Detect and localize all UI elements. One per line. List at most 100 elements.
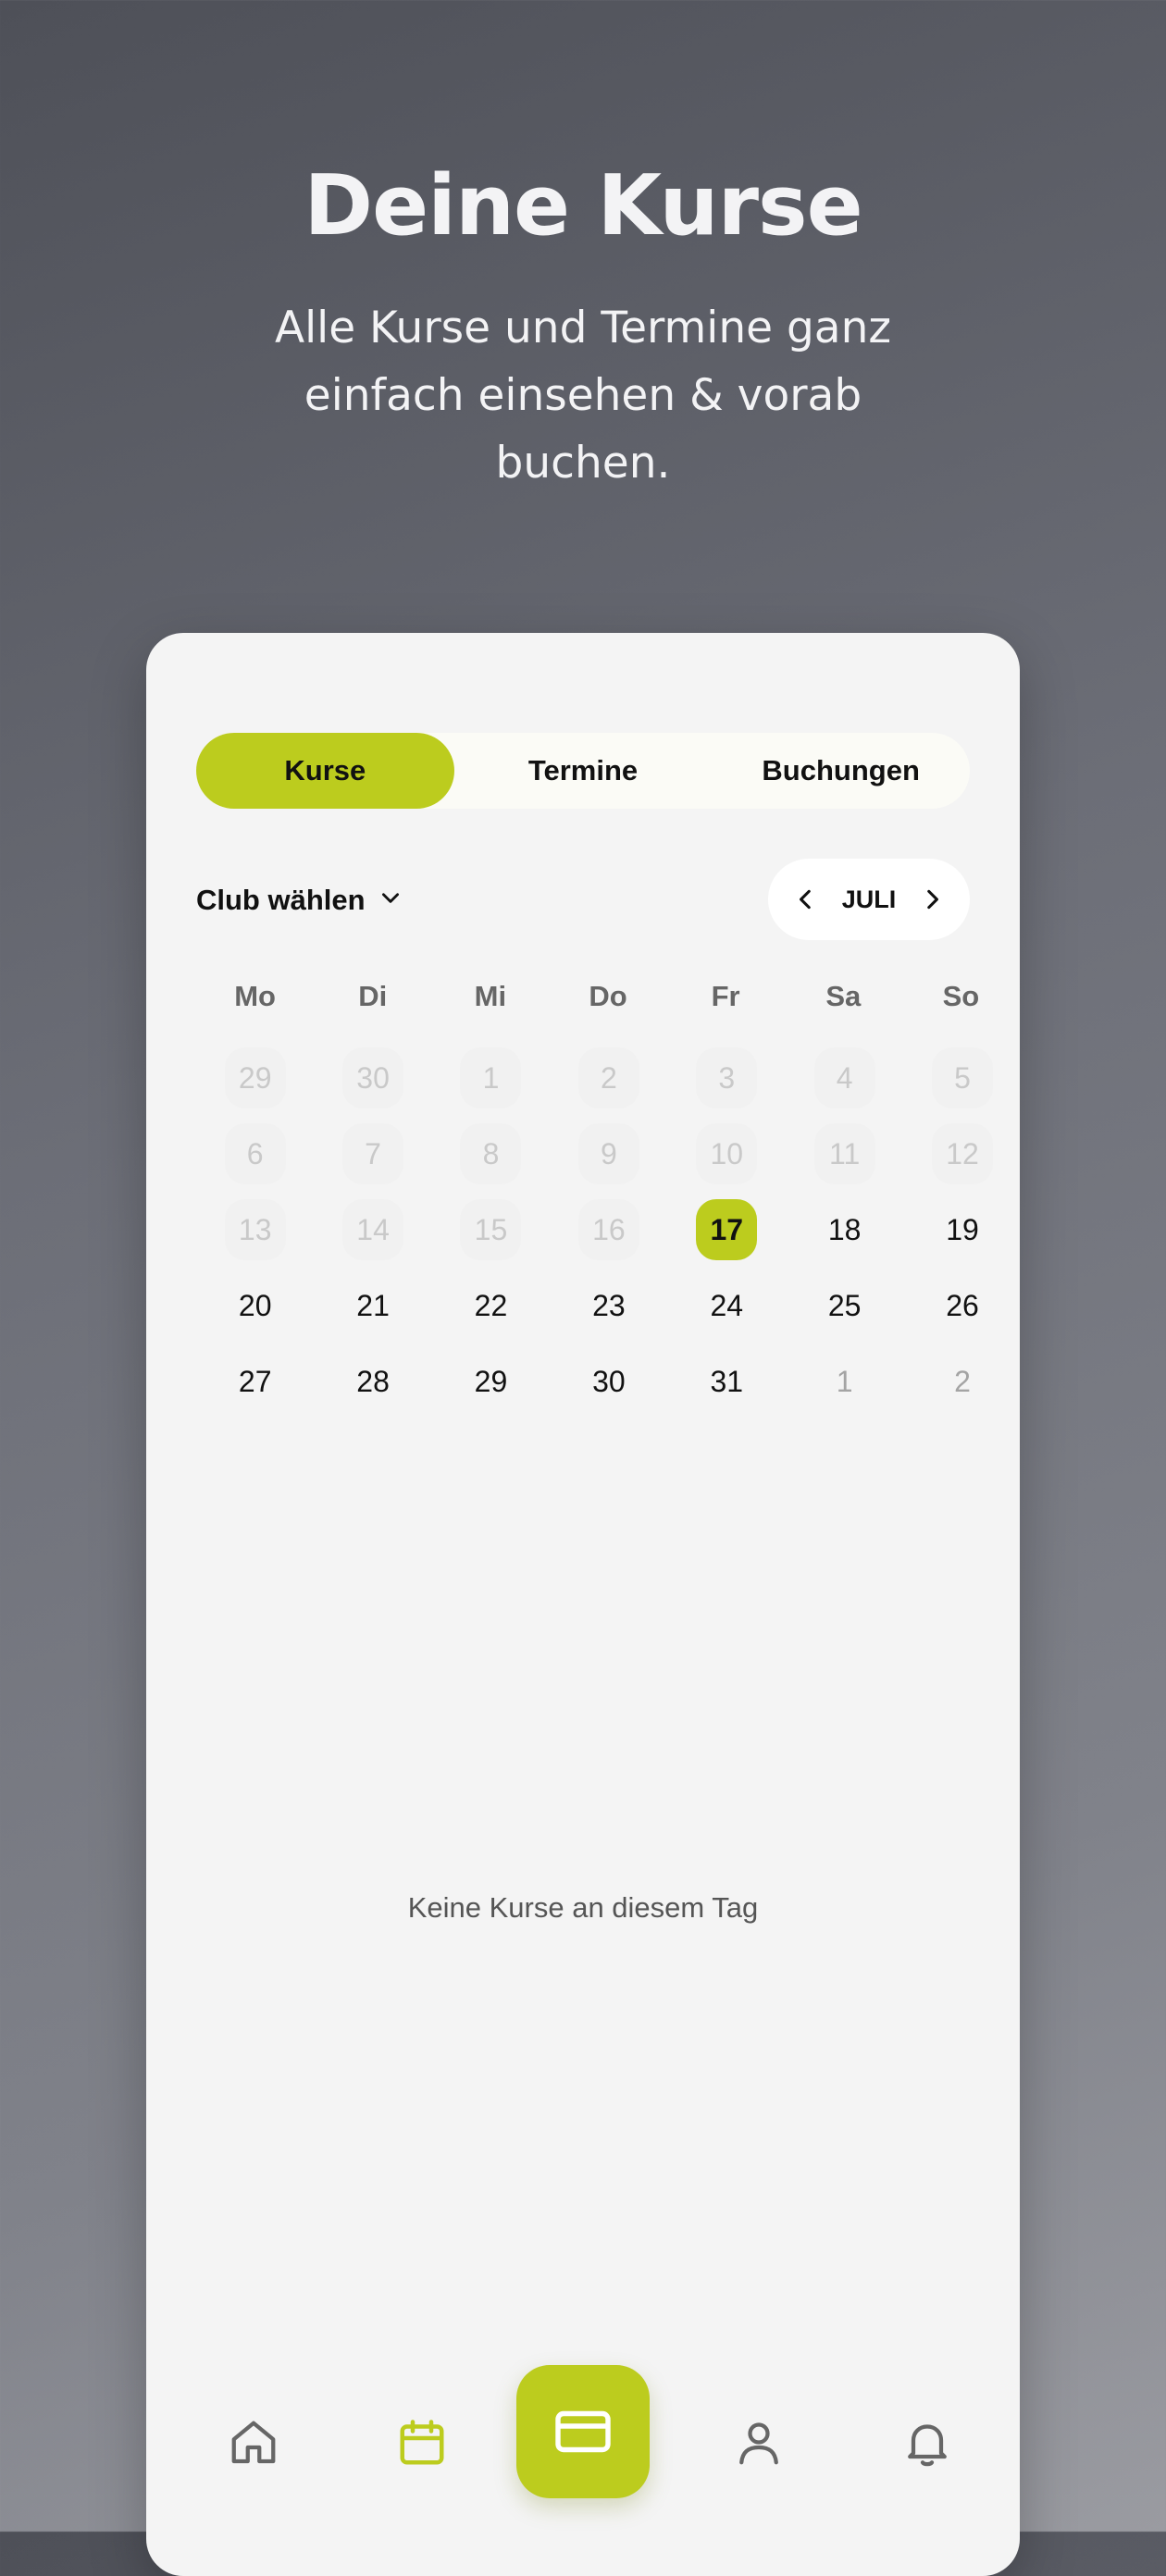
calendar-day-number: 18 [827,1212,862,1246]
calendar-day-number: 24 [710,1288,744,1322]
chevron-left-icon[interactable] [792,886,820,913]
calendar-day-number: 2 [577,1047,639,1108]
club-select-label: Club wählen [196,884,366,916]
calendar-day-number: 19 [946,1212,979,1246]
calendar-day[interactable]: 10 [668,1116,786,1192]
calendar-day-number: 15 [460,1199,522,1260]
calendar-day-number: 13 [224,1199,286,1260]
calendar-day-number: 27 [238,1364,272,1398]
weekday-label: Mi [474,980,507,1012]
calendar-day[interactable]: 23 [550,1268,667,1344]
calendar-day[interactable]: 12 [903,1116,1021,1192]
calendar-day[interactable]: 31 [668,1344,786,1419]
weekday-header: Mo Di Mi Do Fr Sa So [196,968,1020,1025]
calendar-day-number: 2 [954,1364,971,1398]
weekday-label: Sa [825,980,862,1012]
calendar-day-number: 26 [946,1288,979,1322]
day-grid: 29 30 1 2 3 4 5 6 7 8 9 10 11 12 13 14 15 16 17 18 19 20 21 22 2… [196,1040,1020,1419]
calendar-day-number: 21 [356,1288,390,1322]
calendar-day-number: 10 [696,1123,758,1184]
calendar-day[interactable]: 25 [786,1268,903,1344]
weekday-label: Di [358,980,388,1012]
month-label: JULI [841,885,897,913]
page-subtitle: Alle Kurse und Termine ganz einfach eins… [274,303,892,489]
phone-card: Kurse Termine Buchungen Club wählen JULI… [146,633,1020,2576]
weekday-label: Do [589,980,627,1012]
calendar-icon[interactable] [389,2409,455,2476]
calendar-day[interactable]: 15 [432,1192,550,1268]
bell-icon[interactable] [894,2409,961,2476]
tab-buchungen[interactable]: Buchungen [712,733,970,809]
calendar-day[interactable]: 16 [550,1192,667,1268]
calendar-day[interactable]: 29 [432,1344,550,1419]
calendar-day-number: 14 [342,1199,404,1260]
calendar-day-number: 5 [932,1047,994,1108]
calendar-day[interactable]: 30 [550,1344,667,1419]
calendar-day[interactable]: 21 [314,1268,431,1344]
chevron-down-icon [378,884,403,917]
weekday-label: Mo [234,980,276,1012]
empty-state-message: Keine Kurse an diesem Tag [407,1891,759,1924]
page-title: Deine Kurse [304,157,862,254]
club-select[interactable]: Club wählen [196,877,403,923]
calendar-day-number: 1 [460,1047,522,1108]
calendar-day[interactable]: 1 [432,1040,550,1116]
calendar-day-number: 29 [474,1364,508,1398]
tab-kurse[interactable]: Kurse [196,733,454,809]
segment-control: Kurse Termine Buchungen [196,733,970,809]
calendar-day[interactable]: 2 [550,1040,667,1116]
calendar-day[interactable]: 11 [786,1116,903,1192]
calendar-day[interactable]: 2 [903,1344,1021,1419]
calendar: Mo Di Mi Do Fr Sa So 29 30 1 2 3 4 5 6 7 8 9 10 11 12… [196,968,1020,1419]
calendar-day-number: 29 [224,1047,286,1108]
calendar-day-number: 31 [710,1364,744,1398]
calendar-day-number: 4 [813,1047,875,1108]
calendar-day[interactable]: 20 [196,1268,314,1344]
bottom-nav [146,2365,1020,2513]
calendar-day[interactable]: 7 [314,1116,431,1192]
home-icon[interactable] [220,2409,287,2476]
calendar-day-number: 12 [932,1123,994,1184]
calendar-day-number: 28 [356,1364,390,1398]
calendar-day-number: 1 [836,1364,853,1398]
calendar-day[interactable]: 28 [314,1344,431,1419]
calendar-day-number: 9 [577,1123,639,1184]
tab-termine[interactable]: Termine [454,733,713,809]
calendar-day[interactable]: 13 [196,1192,314,1268]
calendar-day[interactable]: 1 [786,1344,903,1419]
calendar-day[interactable]: 8 [432,1116,550,1192]
calendar-day-number: 8 [460,1123,522,1184]
chevron-right-icon[interactable] [918,886,946,913]
calendar-day[interactable]: 3 [668,1040,786,1116]
calendar-day-number: 7 [342,1123,404,1184]
calendar-day-selected[interactable]: 17 [668,1192,786,1268]
calendar-day-number: 30 [342,1047,404,1108]
calendar-day[interactable]: 24 [668,1268,786,1344]
calendar-day-number: 22 [474,1288,508,1322]
calendar-day[interactable]: 22 [432,1268,550,1344]
calendar-day[interactable]: 27 [196,1344,314,1419]
month-selector: JULI [768,859,970,940]
calendar-day[interactable]: 26 [903,1268,1021,1344]
calendar-day-number: 23 [592,1288,626,1322]
calendar-day-number: 6 [224,1123,286,1184]
calendar-day-number: 30 [592,1364,626,1398]
card-icon[interactable] [516,2365,650,2498]
calendar-day-number: 20 [238,1288,272,1322]
calendar-day[interactable]: 6 [196,1116,314,1192]
calendar-day-number: 16 [577,1199,639,1260]
calendar-day-number: 25 [827,1288,862,1322]
calendar-day[interactable]: 19 [903,1192,1021,1268]
calendar-day[interactable]: 14 [314,1192,431,1268]
calendar-day-number: 11 [813,1123,875,1184]
calendar-day-number: 3 [696,1047,758,1108]
user-icon[interactable] [726,2409,792,2476]
calendar-day[interactable]: 4 [786,1040,903,1116]
calendar-day[interactable]: 29 [196,1040,314,1116]
calendar-day[interactable]: 5 [903,1040,1021,1116]
calendar-day[interactable]: 9 [550,1116,667,1192]
weekday-label: So [942,980,980,1012]
calendar-day[interactable]: 18 [786,1192,903,1268]
calendar-day-number: 17 [696,1199,758,1260]
calendar-day[interactable]: 30 [314,1040,431,1116]
